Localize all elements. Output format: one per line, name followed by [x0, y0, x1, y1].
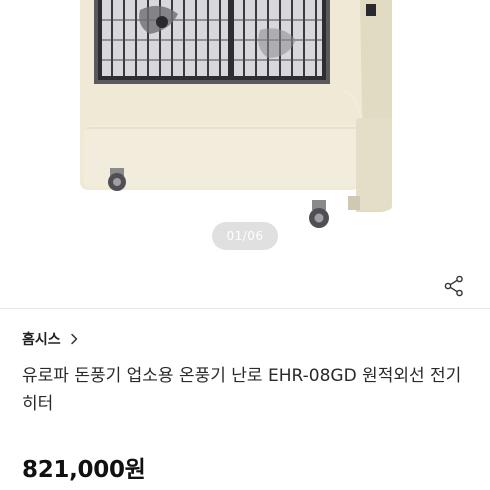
brand-breadcrumb[interactable]: 홈시스: [22, 328, 79, 350]
product-title: 유로파 돈풍기 업소용 온풍기 난로 EHR-08GD 원적외선 전기 히터: [22, 366, 462, 414]
share-icon: [444, 275, 463, 297]
image-page-indicator: 01/06: [212, 222, 278, 250]
share-button[interactable]: [436, 268, 472, 304]
product-price: 821,000원: [22, 457, 146, 483]
product-gallery[interactable]: 01/06: [0, 0, 490, 300]
brand-name: 홈시스: [22, 332, 61, 348]
section-divider: [0, 308, 490, 309]
chevron-right-icon: [69, 333, 79, 345]
heater-product-image: [80, 0, 392, 228]
